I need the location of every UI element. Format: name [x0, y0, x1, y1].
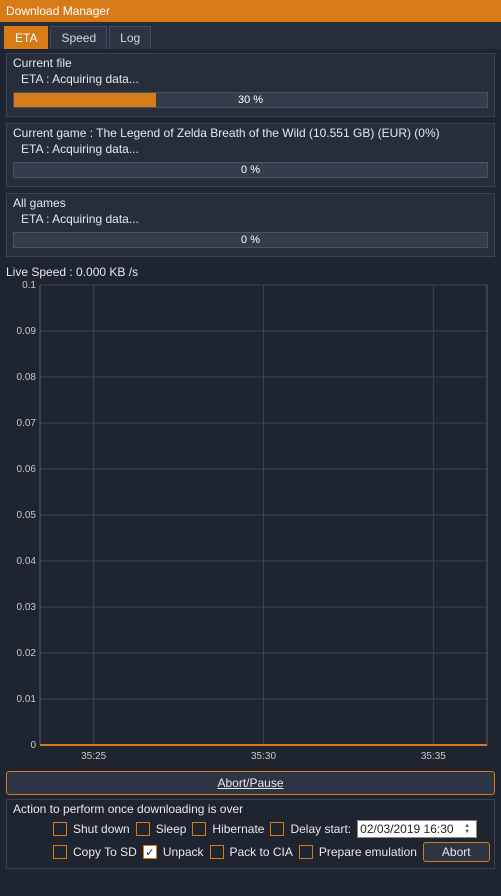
actions-row-2: Copy To SD Unpack Pack to CIA Prepare em…	[13, 842, 488, 862]
checkbox-delay-start[interactable]	[270, 822, 284, 836]
current-file-group: Current file ETA : Acquiring data... 30 …	[6, 53, 495, 117]
label-pack-to-cia: Pack to CIA	[230, 845, 293, 859]
current-file-progress-text: 30 %	[14, 93, 487, 107]
checkbox-hibernate[interactable]	[192, 822, 206, 836]
tab-eta[interactable]: ETA	[4, 26, 48, 49]
label-prepare-emulation: Prepare emulation	[319, 845, 417, 859]
svg-text:0.1: 0.1	[22, 281, 36, 291]
checkbox-copy-to-sd[interactable]	[53, 845, 67, 859]
speed-chart: 0 0.01 0.02 0.03 0.04 0.05 0.06 0.07 0.08 0.09 0.1…	[6, 281, 495, 767]
checkbox-unpack[interactable]	[143, 845, 157, 859]
current-file-title: Current file	[13, 56, 488, 70]
abort-button[interactable]: Abort	[423, 842, 490, 862]
abort-pause-label: Abort/Pause	[217, 776, 283, 790]
svg-text:35:30: 35:30	[251, 751, 276, 762]
date-stepper-icon[interactable]: ▲▼	[464, 823, 474, 835]
live-speed-label: Live Speed : 0.000 KB /s	[0, 263, 501, 281]
all-games-eta: ETA : Acquiring data...	[21, 212, 488, 226]
label-sleep: Sleep	[156, 822, 187, 836]
tab-log[interactable]: Log	[109, 26, 151, 49]
svg-text:35:35: 35:35	[421, 751, 446, 762]
window-titlebar: Download Manager	[0, 0, 501, 22]
svg-text:0.04: 0.04	[17, 556, 37, 567]
checkbox-prepare-emulation[interactable]	[299, 845, 313, 859]
current-game-title: Current game : The Legend of Zelda Breat…	[13, 126, 488, 140]
eta-panel: Current file ETA : Acquiring data... 30 …	[0, 49, 501, 263]
svg-text:0.08: 0.08	[17, 372, 37, 383]
label-delay-start: Delay start:	[290, 822, 351, 836]
all-games-progress-text: 0 %	[14, 233, 487, 247]
label-shutdown: Shut down	[73, 822, 130, 836]
tab-bar: ETA Speed Log	[0, 22, 501, 49]
label-hibernate: Hibernate	[212, 822, 264, 836]
label-unpack: Unpack	[163, 845, 204, 859]
all-games-title: All games	[13, 196, 488, 210]
svg-text:35:25: 35:25	[81, 751, 106, 762]
svg-text:0.02: 0.02	[17, 648, 37, 659]
svg-text:0: 0	[30, 740, 36, 751]
delay-start-input[interactable]: 02/03/2019 16:30 ▲▼	[357, 820, 477, 838]
checkbox-pack-to-cia[interactable]	[210, 845, 224, 859]
current-file-progress: 30 %	[13, 92, 488, 108]
svg-text:0.09: 0.09	[17, 326, 37, 337]
svg-text:0.03: 0.03	[17, 602, 37, 613]
current-game-eta: ETA : Acquiring data...	[21, 142, 488, 156]
actions-title: Action to perform once downloading is ov…	[13, 802, 488, 816]
svg-text:0.07: 0.07	[17, 418, 37, 429]
tab-speed[interactable]: Speed	[50, 26, 107, 49]
checkbox-shutdown[interactable]	[53, 822, 67, 836]
current-file-eta: ETA : Acquiring data...	[21, 72, 488, 86]
abort-pause-button[interactable]: Abort/Pause	[6, 771, 495, 795]
label-copy-to-sd: Copy To SD	[73, 845, 137, 859]
all-games-progress: 0 %	[13, 232, 488, 248]
checkbox-sleep[interactable]	[136, 822, 150, 836]
delay-start-value: 02/03/2019 16:30	[360, 822, 453, 836]
svg-text:0.06: 0.06	[17, 464, 37, 475]
current-game-progress: 0 %	[13, 162, 488, 178]
actions-row-1: Shut down Sleep Hibernate Delay start: 0…	[13, 820, 488, 838]
all-games-group: All games ETA : Acquiring data... 0 %	[6, 193, 495, 257]
window-title: Download Manager	[6, 4, 110, 18]
svg-text:0.05: 0.05	[17, 510, 37, 521]
svg-text:0.01: 0.01	[17, 694, 37, 705]
current-game-group: Current game : The Legend of Zelda Breat…	[6, 123, 495, 187]
actions-panel: Action to perform once downloading is ov…	[6, 799, 495, 869]
current-game-progress-text: 0 %	[14, 163, 487, 177]
